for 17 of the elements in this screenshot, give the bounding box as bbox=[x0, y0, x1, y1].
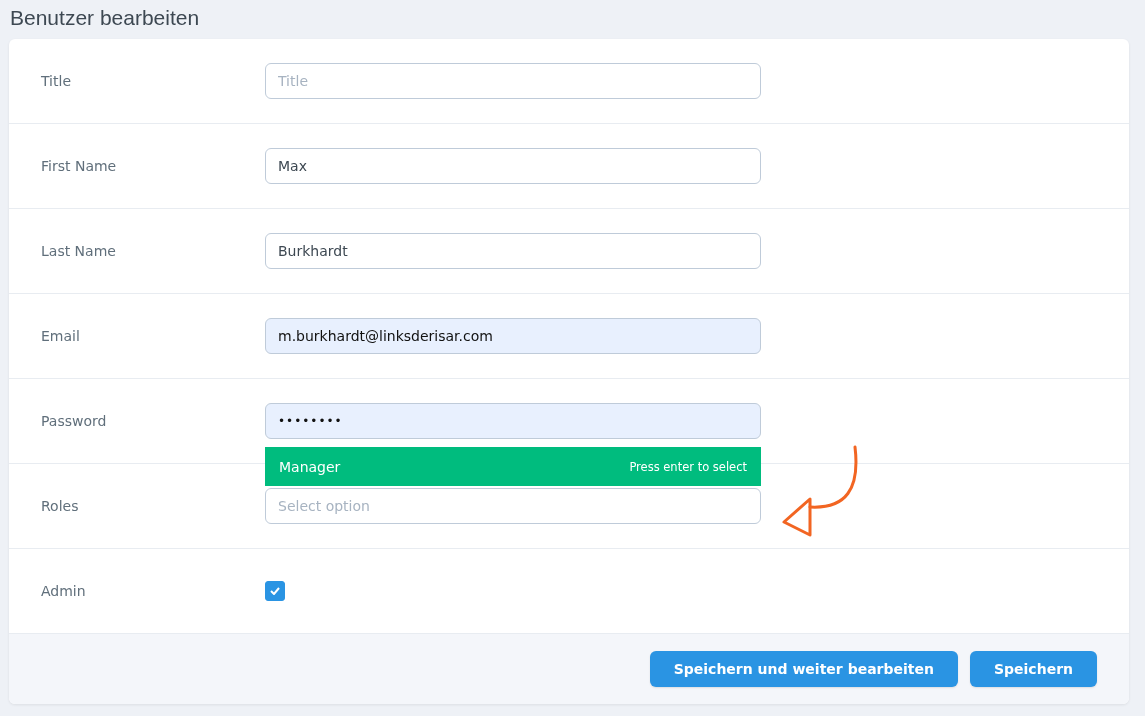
text-field[interactable]: Max bbox=[265, 148, 761, 184]
text-field[interactable]: m.burkhardt@linksderisar.com bbox=[265, 318, 761, 354]
select-field[interactable]: Select option bbox=[265, 488, 761, 524]
field-label: First Name bbox=[41, 158, 118, 174]
option-hint: Press enter to select bbox=[629, 459, 747, 474]
check-icon bbox=[270, 587, 280, 595]
page-title: Benutzer bearbeiten bbox=[9, 5, 201, 31]
text-field[interactable]: Title bbox=[265, 63, 761, 99]
checkbox[interactable] bbox=[265, 581, 285, 601]
password-field[interactable]: •••••••• bbox=[265, 403, 761, 439]
field-label: Email bbox=[41, 328, 81, 344]
field-label: Admin bbox=[41, 583, 87, 599]
text-field[interactable]: Burkhardt bbox=[265, 233, 761, 269]
field-label: Roles bbox=[41, 498, 80, 514]
field-label: Last Name bbox=[41, 243, 117, 259]
field-label: Password bbox=[41, 413, 108, 429]
field-label: Title bbox=[41, 73, 72, 89]
